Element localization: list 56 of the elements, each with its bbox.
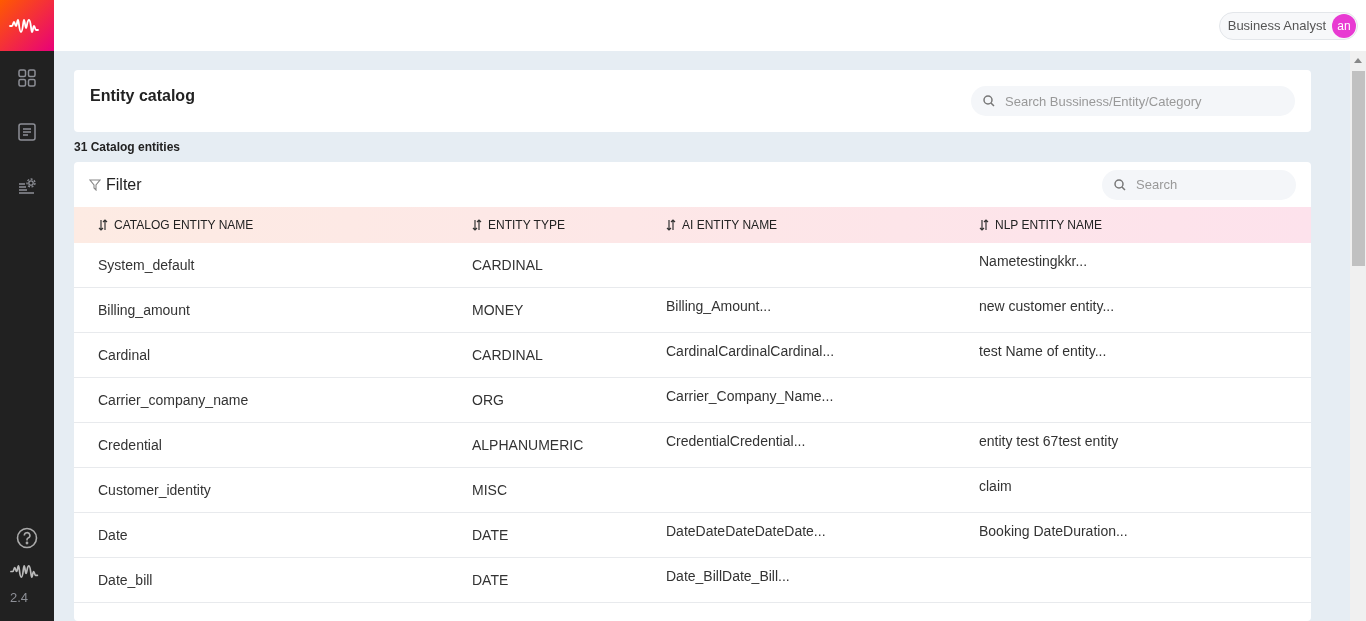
catalog-search-box[interactable]: Search Bussiness/Entity/Category [971,86,1295,116]
column-header[interactable]: NLP ENTITY NAME [979,218,1102,232]
scrollbar[interactable] [1350,51,1366,621]
grid-icon [18,69,36,87]
filter-button[interactable]: Filter [89,175,142,194]
list-gear-icon [18,178,36,194]
table-cell: CardinalCardinalCardinal... [666,343,835,359]
table-cell: ORG [472,392,504,408]
entity-count: 31 Catalog entities [74,139,182,156]
table-cell: claim [979,478,1012,494]
page-title: Entity catalog [90,87,195,105]
table-cell: Billing_amount [98,302,190,318]
table-cell: Customer_identity [98,482,211,498]
table-cell: DATE [472,572,509,588]
catalog-search-field[interactable]: Search Bussiness/Entity/Category [1003,92,1283,110]
version-label: 2.4 [10,590,29,605]
document-icon [18,123,36,141]
table-cell: System_default [98,257,195,273]
table-cell: ALPHANUMERIC [472,437,584,453]
table-cell: test Name of entity... [979,343,1107,359]
table-cell: Nametestingkkr... [979,253,1088,269]
table-cell: Date_BillDate_Bill... [666,568,790,584]
table-search-field[interactable]: Search [1134,176,1284,193]
table-cell: Booking DateDuration... [979,523,1128,539]
scroll-up-icon[interactable] [1354,57,1362,63]
table-cell: new customer entity... [979,298,1115,314]
table-cell: CARDINAL [472,257,543,273]
user-role-pill[interactable]: Business Analyst an [1218,11,1358,40]
search-icon [1114,178,1126,191]
table-cell: entity test 67test entity [979,433,1119,449]
table-cell: Billing_Amount... [666,298,772,314]
user-role-label: Business Analyst [1227,18,1326,33]
sort-icon [666,219,676,231]
table-cell: MONEY [472,302,524,318]
table-cell: Carrier_Company_Name... [666,388,834,404]
column-header[interactable]: ENTITY TYPE [472,218,565,232]
user-avatar: an [1332,13,1356,38]
filter-icon [89,178,101,191]
sort-icon [472,219,482,231]
table-cell: CARDINAL [472,347,543,363]
table-cell: DATE [472,527,509,543]
table-cell: Carrier_company_name [98,392,249,408]
table-cell: CredentialCredential... [666,433,806,449]
table-cell: Cardinal [98,347,151,363]
sort-icon [98,219,108,231]
search-icon [983,95,995,107]
sort-icon [979,219,989,231]
table-cell: Credential [98,437,162,453]
table-cell: MISC [472,482,507,498]
table-cell: Date [98,527,128,543]
table-search-box[interactable]: Search [1102,169,1296,200]
column-header[interactable]: CATALOG ENTITY NAME [98,218,254,232]
table-cell: DateDateDateDateDate... [666,523,826,539]
column-header[interactable]: AI ENTITY NAME [666,218,778,232]
help-icon[interactable] [16,527,38,549]
table-cell: Date_bill [98,572,153,588]
